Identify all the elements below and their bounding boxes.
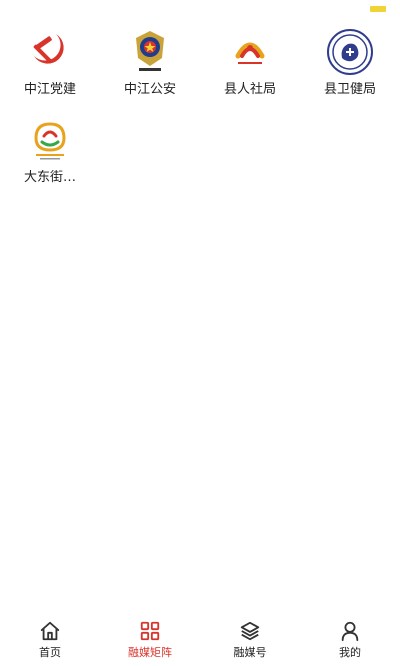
- tab-label: 我的: [339, 646, 361, 659]
- tab-label: 融媒矩阵: [128, 646, 172, 659]
- matrix-item-label: 中江公安: [123, 82, 176, 97]
- matrix-item-label: 大东街…: [23, 170, 76, 185]
- grid-icon: [139, 620, 161, 642]
- matrix-item-label: 中江党建: [23, 82, 76, 97]
- matrix-item-label: 县卫健局: [323, 82, 376, 97]
- matrix-item-hr[interactable]: 县人社局: [200, 28, 300, 108]
- human-resources-logo-icon: [226, 28, 274, 76]
- home-icon: [39, 620, 61, 642]
- status-indicator: [370, 6, 386, 12]
- user-icon: [339, 620, 361, 642]
- tab-media-matrix[interactable]: 融媒矩阵: [100, 614, 200, 666]
- layers-icon: [239, 620, 261, 642]
- dadong-street-logo-icon: [26, 116, 74, 164]
- tab-label: 首页: [39, 646, 61, 659]
- police-badge-icon: [126, 28, 174, 76]
- matrix-item-label: 县人社局: [223, 82, 276, 97]
- bottom-tabbar: 首页 融媒矩阵 融媒号 我的: [0, 614, 400, 666]
- tab-media-account[interactable]: 融媒号: [200, 614, 300, 666]
- health-bureau-seal-icon: [326, 28, 374, 76]
- tab-home[interactable]: 首页: [0, 614, 100, 666]
- tab-mine[interactable]: 我的: [300, 614, 400, 666]
- matrix-item-health[interactable]: 县卫健局: [300, 28, 400, 108]
- matrix-item-party[interactable]: 中江党建: [0, 28, 100, 108]
- party-emblem-icon: [26, 28, 74, 76]
- tab-label: 融媒号: [233, 646, 267, 659]
- matrix-item-dadong[interactable]: 大东街…: [0, 116, 100, 196]
- matrix-item-police[interactable]: 中江公安: [100, 28, 200, 108]
